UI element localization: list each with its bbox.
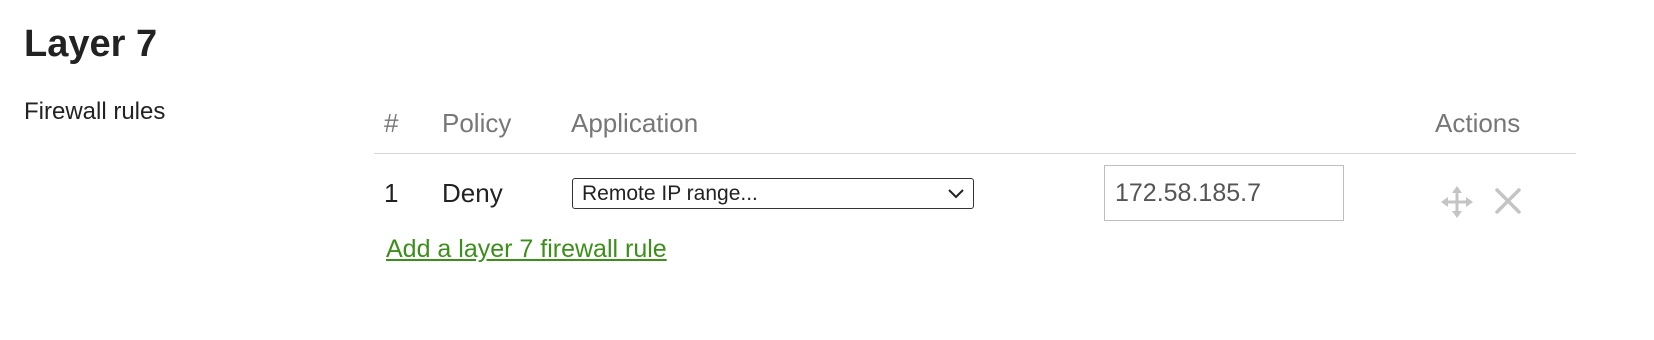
remote-ip-range-input[interactable]: [1104, 165, 1344, 221]
application-select[interactable]: Remote IP range...: [572, 178, 974, 209]
firewall-rules-label: Firewall rules: [24, 98, 166, 125]
move-icon[interactable]: [1440, 185, 1474, 219]
rule-policy[interactable]: Deny: [442, 178, 503, 209]
column-header-policy: Policy: [442, 108, 512, 138]
rule-number: 1: [384, 178, 399, 208]
column-header-application: Application: [571, 108, 699, 138]
header-divider: [374, 153, 1576, 154]
column-header-actions: Actions: [1435, 108, 1521, 138]
application-select-value: Remote IP range...: [582, 181, 758, 205]
close-icon[interactable]: [1493, 186, 1523, 216]
section-title: Layer 7: [24, 23, 158, 65]
chevron-down-icon: [947, 188, 965, 200]
add-layer7-rule-link[interactable]: Add a layer 7 firewall rule: [386, 234, 667, 264]
column-header-number: #: [384, 108, 399, 138]
